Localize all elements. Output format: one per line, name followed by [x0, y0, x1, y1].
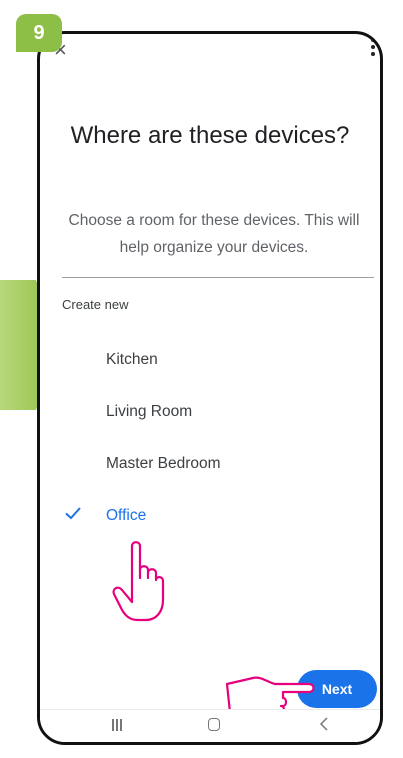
phone-screen: × Where are these devices? Choose a room… — [37, 31, 383, 745]
hand-tap-icon — [112, 541, 165, 622]
room-item-kitchen[interactable]: Kitchen — [40, 334, 380, 386]
system-nav-bar — [40, 709, 380, 742]
home-icon[interactable] — [208, 718, 220, 731]
recent-apps-icon[interactable] — [112, 718, 124, 731]
create-new-label[interactable]: Create new — [62, 297, 128, 312]
page-title: Where are these devices? — [70, 122, 350, 149]
step-badge: 9 — [16, 14, 62, 52]
room-label: Office — [106, 507, 147, 524]
page-subtitle: Choose a room for these devices. This wi… — [68, 212, 360, 256]
room-item-office[interactable]: Office — [40, 490, 380, 542]
room-label: Master Bedroom — [106, 455, 221, 472]
room-item-master-bedroom[interactable]: Master Bedroom — [40, 438, 380, 490]
room-label: Living Room — [106, 403, 193, 420]
back-icon[interactable] — [318, 716, 330, 732]
room-list: Kitchen Living Room Master Bedroom Offic… — [40, 334, 380, 542]
room-label: Kitchen — [106, 351, 158, 368]
check-icon — [65, 507, 81, 520]
room-item-living-room[interactable]: Living Room — [40, 386, 380, 438]
divider — [62, 277, 374, 278]
more-vert-icon[interactable] — [371, 38, 375, 59]
